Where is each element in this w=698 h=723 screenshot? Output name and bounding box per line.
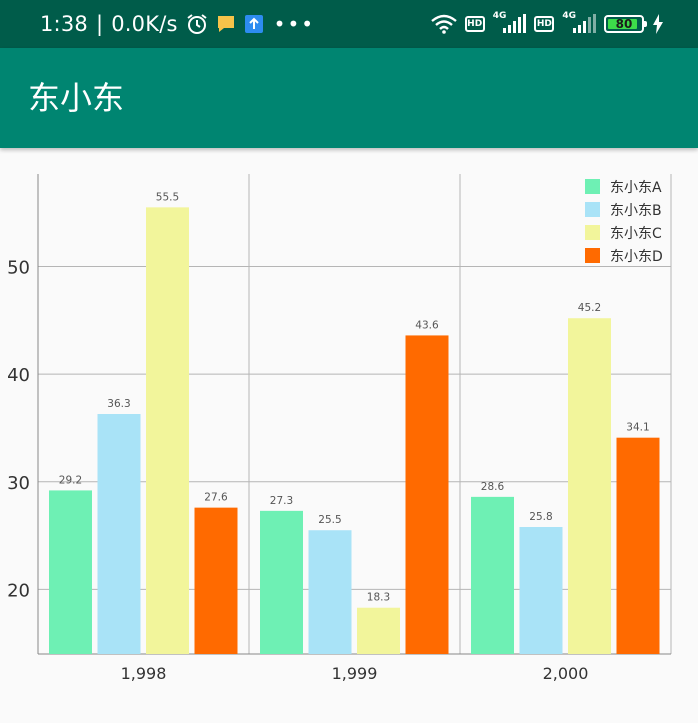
bar <box>97 414 141 654</box>
y-tick-label: 30 <box>7 473 30 494</box>
page-title: 东小东 <box>28 79 125 117</box>
bar <box>568 318 611 654</box>
wifi-icon <box>430 14 457 34</box>
bar-value-label: 29.2 <box>59 474 82 486</box>
bar-value-label: 28.6 <box>481 481 505 493</box>
network-type-label: 4G <box>562 11 576 21</box>
message-icon <box>217 16 234 32</box>
bar <box>260 510 303 654</box>
y-tick-label: 20 <box>7 580 30 601</box>
x-tick-label: 2,000 <box>543 664 589 683</box>
legend-swatch <box>585 248 600 263</box>
status-network-speed: 0.0K/s <box>111 12 178 36</box>
bar <box>146 207 189 654</box>
bar-value-label: 18.3 <box>367 592 390 604</box>
status-time: 1:38 <box>40 12 88 36</box>
legend-label: 东小东C <box>610 226 662 242</box>
bar-value-label: 27.6 <box>204 492 228 504</box>
bar <box>357 607 400 654</box>
app-bar: 东小东 <box>0 48 698 148</box>
alarm-icon <box>187 14 207 34</box>
x-tick-label: 1,998 <box>121 664 167 683</box>
more-dots-icon: ••• <box>273 12 316 36</box>
network-type-label: 4G <box>492 11 507 21</box>
status-separator: | <box>95 12 104 36</box>
battery-icon: 80 <box>604 15 647 33</box>
bar <box>49 490 92 654</box>
bar-value-label: 45.2 <box>578 302 601 314</box>
bar-value-label: 36.3 <box>107 398 130 410</box>
bar-value-label: 34.1 <box>626 422 649 434</box>
battery-level: 80 <box>615 17 633 31</box>
bar <box>471 496 514 654</box>
legend-label: 东小东A <box>610 180 662 196</box>
bar-chart: 20 30 40 50 29.2 36.3 55.5 27.6 1,998 27.3 25.5 18.… <box>7 174 672 683</box>
status-bar: 1:38 | 0.0K/s ••• HD 4G HD 4G 80 <box>0 0 698 48</box>
status-left: 1:38 | 0.0K/s ••• <box>40 0 315 48</box>
x-tick-label: 1,999 <box>332 664 378 683</box>
bar-value-label: 55.5 <box>156 191 179 203</box>
bar <box>519 527 563 654</box>
bar-value-label: 43.6 <box>415 319 439 331</box>
legend-label: 东小东D <box>610 249 663 265</box>
bar <box>194 507 238 654</box>
upload-notification-icon <box>244 15 263 33</box>
bar-value-label: 25.8 <box>529 511 552 523</box>
status-right: HD 4G HD 4G 80 <box>430 0 664 48</box>
hd-icon: HD <box>534 16 555 32</box>
hd-icon: HD <box>464 16 485 32</box>
bar <box>308 530 352 654</box>
bar-value-label: 25.5 <box>318 514 341 526</box>
bar <box>616 437 660 654</box>
legend-label: 东小东B <box>610 203 662 219</box>
legend-swatch <box>585 225 600 240</box>
y-tick-label: 40 <box>7 365 30 386</box>
legend-swatch <box>585 202 600 217</box>
bar-value-label: 27.3 <box>270 495 293 507</box>
y-tick-label: 50 <box>7 258 30 279</box>
charging-bolt-icon <box>653 14 663 34</box>
legend-swatch <box>585 179 600 194</box>
bar <box>405 335 449 654</box>
